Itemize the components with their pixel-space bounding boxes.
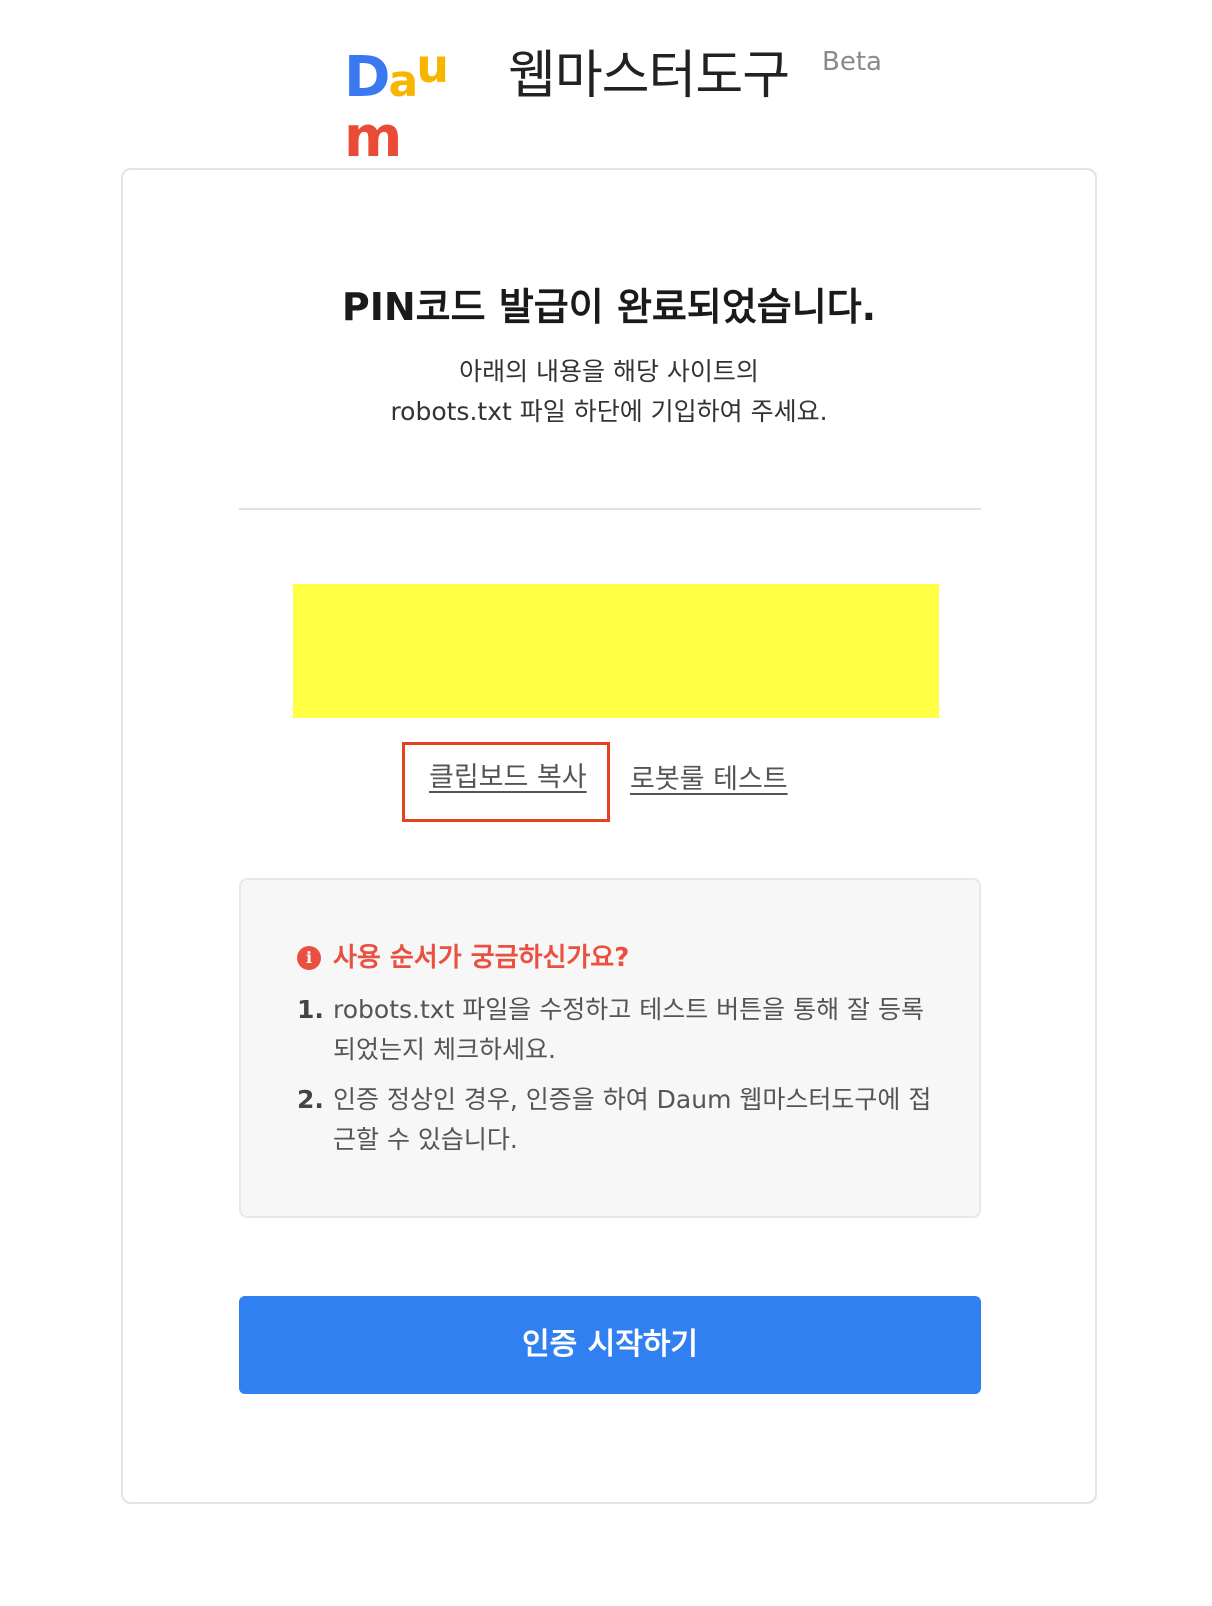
divider xyxy=(239,508,981,510)
logo-letter-m: m xyxy=(344,105,402,170)
header: Daum 웹마스터도구 Beta xyxy=(0,38,1212,166)
page: Daum 웹마스터도구 Beta PIN코드 발급이 완료되었습니다. 아래의 … xyxy=(0,0,1212,1606)
help-title-text: 사용 순서가 궁금하신가요? xyxy=(333,943,630,973)
service-title: 웹마스터도구 xyxy=(508,46,790,106)
start-verification-button[interactable]: 인증 시작하기 xyxy=(239,1296,981,1394)
action-links: 클립보드 복사 로봇룰 테스트 xyxy=(123,742,1095,822)
copy-to-clipboard-link[interactable]: 클립보드 복사 xyxy=(429,760,587,796)
instruction-text: 아래의 내용을 해당 사이트의 robots.txt 파일 하단에 기입하여 주… xyxy=(123,352,1095,432)
beta-badge: Beta xyxy=(822,47,882,77)
instruction-line-2: robots.txt 파일 하단에 기입하여 주세요. xyxy=(390,397,828,426)
robot-rule-test-link[interactable]: 로봇룰 테스트 xyxy=(630,762,788,798)
instruction-line-1: 아래의 내용을 해당 사이트의 xyxy=(459,357,759,386)
help-steps: 1. robots.txt 파일을 수정하고 테스트 버튼을 통해 잘 등록되었… xyxy=(297,990,937,1170)
step-number: 2. xyxy=(297,1085,324,1114)
help-step: 1. robots.txt 파일을 수정하고 테스트 버튼을 통해 잘 등록되었… xyxy=(297,990,937,1070)
page-title: PIN코드 발급이 완료되었습니다. xyxy=(341,285,877,329)
logo-letter-a: a xyxy=(388,56,418,107)
step-number: 1. xyxy=(297,995,324,1024)
step-text: robots.txt 파일을 수정하고 테스트 버튼을 통해 잘 등록되었는지 … xyxy=(333,995,924,1064)
logo-letter-d: D xyxy=(344,45,391,110)
info-icon: i xyxy=(297,946,321,970)
logo-letter-u: u xyxy=(416,39,449,93)
daum-logo[interactable]: Daum xyxy=(344,39,496,166)
step-text: 인증 정상인 경우, 인증을 하여 Daum 웹마스터도구에 접근할 수 있습니… xyxy=(333,1085,932,1154)
pin-code-box xyxy=(293,584,939,718)
help-box: i 사용 순서가 궁금하신가요? 1. robots.txt 파일을 수정하고 … xyxy=(239,878,981,1218)
help-title: i 사용 순서가 궁금하신가요? xyxy=(297,940,629,976)
help-step: 2. 인증 정상인 경우, 인증을 하여 Daum 웹마스터도구에 접근할 수 … xyxy=(297,1080,937,1160)
pin-issued-card: PIN코드 발급이 완료되었습니다. 아래의 내용을 해당 사이트의 robot… xyxy=(121,168,1097,1504)
